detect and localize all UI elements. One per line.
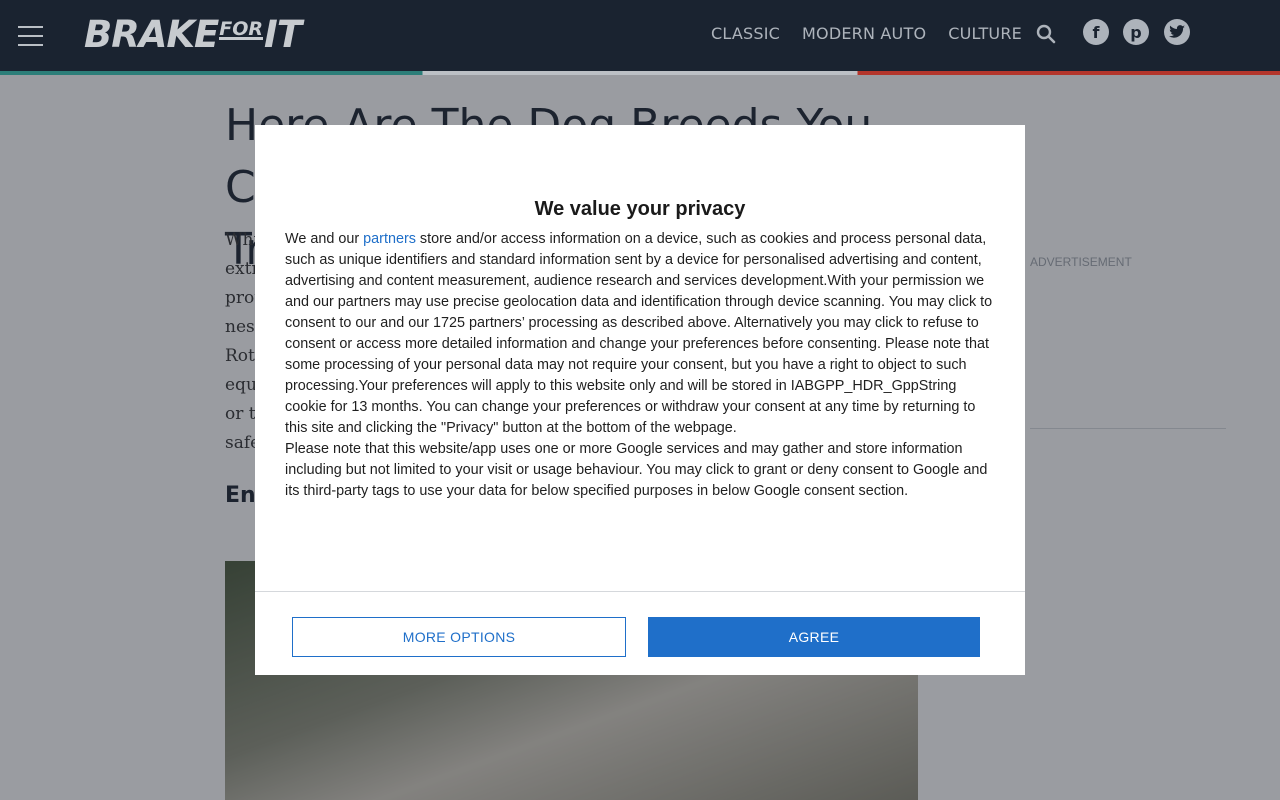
google-consent-paragraph: Please note that this website/app uses o… bbox=[285, 441, 988, 499]
dialog-title: We value your privacy bbox=[534, 198, 746, 220]
dialog-body: We and our partners store and/or access … bbox=[285, 229, 1000, 502]
consent-paragraph: We and our partners store and/or access … bbox=[285, 229, 1000, 439]
more-options-button[interactable]: MORE OPTIONS bbox=[292, 617, 626, 657]
consent-text: We and our bbox=[285, 231, 364, 247]
agree-button[interactable]: AGREE bbox=[648, 617, 980, 657]
privacy-consent-dialog: We value your privacy We and our partner… bbox=[255, 125, 1025, 675]
modal-backdrop-header bbox=[0, 0, 1280, 75]
partners-link[interactable]: partners bbox=[363, 231, 416, 247]
dialog-divider bbox=[255, 591, 1025, 592]
consent-text: store and/or access information on a dev… bbox=[285, 231, 993, 436]
